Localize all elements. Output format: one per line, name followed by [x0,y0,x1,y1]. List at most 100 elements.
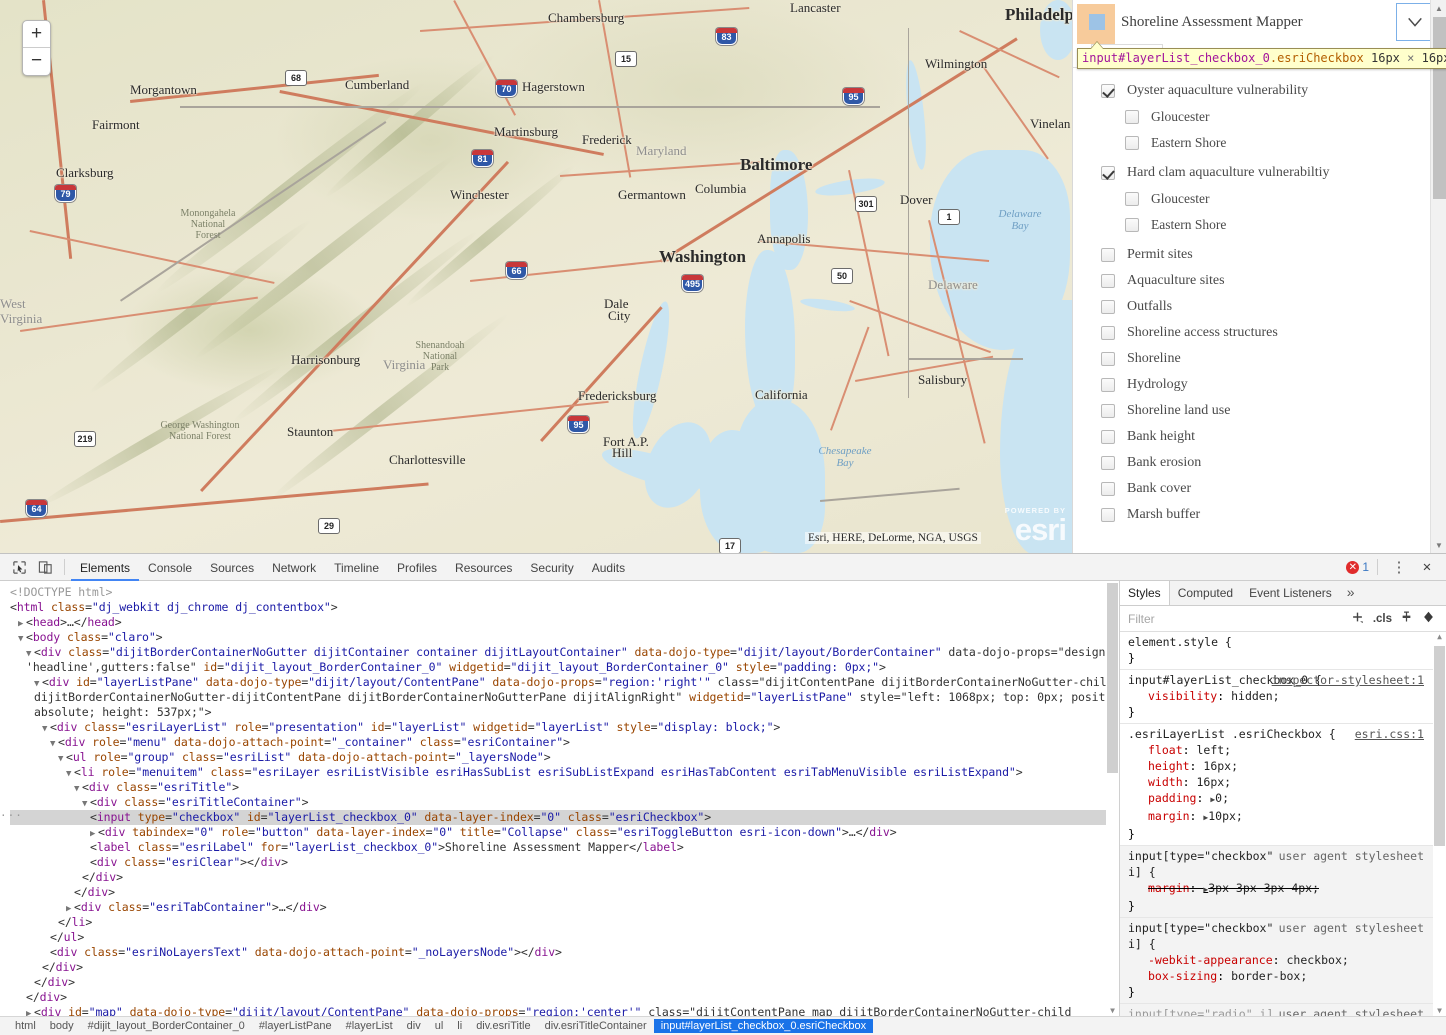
map-zoom-controls[interactable]: + − [22,20,51,76]
dom-tree-line[interactable]: </div> [10,990,1119,1005]
computed-style-sidebar-button[interactable] [1417,610,1440,627]
zoom-out-button[interactable]: − [23,48,50,75]
layer-checkbox[interactable] [1125,218,1139,232]
dom-tree-line[interactable]: ▶ <div class="esriTabContainer">…</div> [10,900,1119,915]
css-declaration[interactable]: box-sizing: border-box; [1128,968,1438,984]
breadcrumb-item[interactable]: #layerListPane [252,1019,339,1033]
devtools-tab-resources[interactable]: Resources [446,554,521,581]
layer-row[interactable]: Hard clam aquaculture vulnerabiltiy [1073,160,1446,186]
layer-row[interactable]: Eastern Shore [1073,212,1446,238]
dom-breadcrumb[interactable]: html body #dijit_layout_BorderContainer_0 #… [0,1016,1446,1035]
style-rule[interactable]: input[type="radio" i], user agent stylesh… [1120,1004,1446,1016]
layer-row[interactable]: Hydrology [1073,372,1446,398]
styles-tab-computed[interactable]: Computed [1170,581,1241,605]
style-rule[interactable]: input[type="checkbox" user agent styleshe… [1120,846,1446,918]
style-rule[interactable]: .esriLayerList .esriCheckbox {esri.css:1… [1120,724,1446,846]
css-declaration[interactable]: height: 16px; [1128,758,1438,774]
breadcrumb-item[interactable]: li [450,1019,469,1033]
css-declaration[interactable]: float: left; [1128,742,1438,758]
dom-tree-line[interactable]: dijitBorderContainerNoGutter-dijitConten… [10,690,1119,705]
devtools-tab-timeline[interactable]: Timeline [325,554,388,581]
style-rule-selector[interactable]: input[type="checkbox" user agent styleshe… [1128,920,1438,936]
scroll-up-arrow-icon[interactable]: ▲ [1431,0,1446,16]
layer-title-row[interactable]: Shoreline Assessment Mapper [1073,0,1446,44]
styles-filter-input[interactable]: Filter [1128,612,1346,626]
dom-tree-line[interactable]: ▼ <li role="menuitem" class="esriLayer es… [10,765,1119,780]
css-declaration[interactable]: visibility: hidden; [1128,688,1438,704]
devtools-close-button[interactable]: ✕ [1414,556,1440,578]
styles-rules-list[interactable]: element.style {} input#layerList_checkbox… [1120,632,1446,1016]
toggle-device-toolbar-icon[interactable] [32,556,58,578]
collapse-toggle-button[interactable] [1396,3,1434,41]
layer-row[interactable]: Aquaculture sites [1073,268,1446,294]
layer-checkbox[interactable] [1101,248,1115,262]
layer-checkbox[interactable] [1101,378,1115,392]
style-source-link[interactable]: inspector-stylesheet:1 [1272,672,1424,688]
dom-tree-line[interactable]: ▼ <ul role="group" class="esriList" data-… [10,750,1119,765]
devtools-tab-console[interactable]: Console [139,554,201,581]
dom-tree-line[interactable]: </div> [10,870,1119,885]
zoom-in-button[interactable]: + [23,21,50,48]
styles-scroll-up-icon[interactable]: ▲ [1435,632,1444,642]
layer-row[interactable]: Shoreline [1073,346,1446,372]
layer-row[interactable]: Gloucester [1073,104,1446,130]
toggle-class-button[interactable]: .cls [1369,613,1396,625]
dom-tree-line[interactable]: </li> [10,915,1119,930]
layer-checkbox[interactable] [1125,110,1139,124]
devtools-tab-network[interactable]: Network [263,554,325,581]
dom-tree-line[interactable]: ▶ <div tabindex="0" role="button" data-la… [10,825,1119,840]
breadcrumb-item[interactable]: div.esriTitleContainer [538,1019,654,1033]
layer-list-pane[interactable]: Shoreline Assessment Mapper input#layerL… [1072,0,1446,553]
inspect-element-icon[interactable] [6,556,32,578]
styles-tab-event-listeners[interactable]: Event Listeners [1241,581,1340,605]
style-rule-selector[interactable]: element.style { [1128,634,1438,650]
style-rule-selector[interactable]: input[type="checkbox" user agent styleshe… [1128,848,1438,864]
dom-tree-line[interactable]: ▼ <div class="esriLayerList" role="presen… [10,720,1119,735]
layerlist-checkbox-0[interactable] [1089,14,1105,30]
dom-tree-line[interactable]: ▶ <head>…</head> [10,615,1119,630]
layer-checkbox[interactable] [1101,404,1115,418]
styles-filter-bar[interactable]: Filter .cls [1120,606,1446,632]
new-style-rule-button[interactable] [1346,610,1369,627]
layer-row[interactable]: Bank erosion [1073,450,1446,476]
dom-tree-line[interactable]: ▼ <div role="menu" data-dojo-attach-point… [10,735,1119,750]
dom-tree-line[interactable]: ▶ <div id="map" data-dojo-type="dijit/lay… [10,1005,1119,1016]
dom-tree-line[interactable]: absolute; height: 537px;"> [10,705,1119,720]
styles-pane[interactable]: Styles Computed Event Listeners» Filter .c… [1120,581,1446,1016]
layer-row[interactable]: Shoreline access structures [1073,320,1446,346]
styles-more-tabs-button[interactable]: » [1340,581,1362,605]
style-rule-selector[interactable]: input#layerList_checkbox_0 {inspector-st… [1128,672,1438,688]
layer-row[interactable]: Gloucester [1073,186,1446,212]
layer-items-list[interactable]: Oyster aquaculture vulnerability Gloucest… [1073,68,1446,528]
dom-tree-pane[interactable]: <!DOCTYPE html> <html class="dj_webkit dj… [0,581,1120,1016]
style-rule[interactable]: input[type="checkbox" user agent styleshe… [1120,918,1446,1004]
breadcrumb-item[interactable]: div [400,1019,428,1033]
dom-tree-line[interactable]: <input type="checkbox" id="layerList_che… [0,808,1119,825]
devtools-tab-bar[interactable]: Elements Console Sources Network Timeline Pro… [71,554,634,581]
style-rule-selector[interactable]: .esriLayerList .esriCheckbox {esri.css:1 [1128,726,1438,742]
dom-tree-line[interactable]: </div> [10,960,1119,975]
breadcrumb-item[interactable]: body [43,1019,81,1033]
devtools-menu-button[interactable]: ⋮ [1386,556,1412,578]
style-rule[interactable]: input#layerList_checkbox_0 {inspector-st… [1120,670,1446,724]
devtools-tab-security[interactable]: Security [521,554,582,581]
breadcrumb-item[interactable]: div.esriTitle [469,1019,537,1033]
layer-pane-scrollbar[interactable]: ▲ ▼ [1430,0,1446,553]
map-region[interactable]: Esri, HERE, DeLorme, NGA, USGS POWERED B… [0,0,1446,553]
dom-tree-scrollbar[interactable]: ▲ ▼ [1106,581,1119,1016]
dom-tree-line[interactable]: <!DOCTYPE html> [10,585,1119,600]
devtools-toolbar-right[interactable]: ✕ 1 ⋮ ✕ [1346,556,1440,578]
breadcrumb-item[interactable]: #layerList [339,1019,400,1033]
dom-tree-code[interactable]: <!DOCTYPE html> <html class="dj_webkit dj… [0,581,1119,1016]
styles-scrollbar[interactable]: ▲ ▼ [1433,632,1446,1016]
css-declaration[interactable]: -webkit-appearance: checkbox; [1128,952,1438,968]
dom-tree-line[interactable]: ▼ <div class="esriTitle"> [10,780,1119,795]
layer-row[interactable]: Shoreline land use [1073,398,1446,424]
dom-scroll-down-icon[interactable]: ▼ [1108,1006,1117,1016]
styles-tab-styles[interactable]: Styles [1120,581,1170,605]
layer-row[interactable]: Marsh buffer [1073,502,1446,528]
map-canvas[interactable]: Esri, HERE, DeLorme, NGA, USGS POWERED B… [0,0,1072,553]
styles-scroll-down-icon[interactable]: ▼ [1435,1006,1444,1016]
devtools-tab-elements[interactable]: Elements [71,554,139,581]
styles-tab-bar[interactable]: Styles Computed Event Listeners» [1120,581,1446,606]
